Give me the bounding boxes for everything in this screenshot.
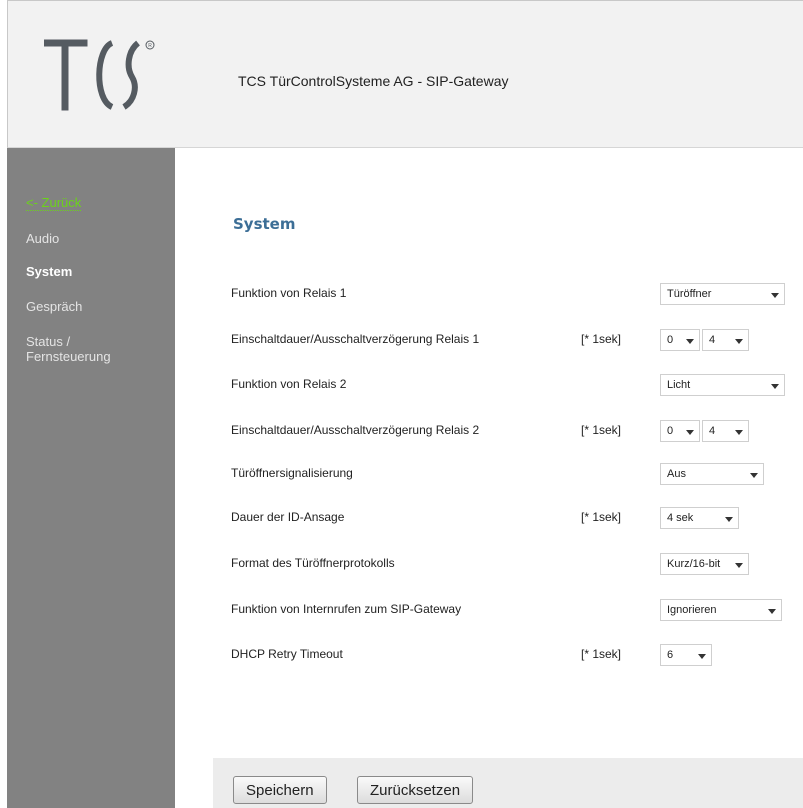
setting-row-internal-calls: Funktion von Internrufen zum SIP-Gateway…: [175, 597, 803, 623]
protocol-format-select[interactable]: Kurz/16-bit: [660, 553, 749, 575]
sidebar-item-audio[interactable]: Audio: [26, 231, 59, 246]
select-value: 6: [667, 649, 674, 661]
app-window: R TCS TürControlSysteme AG - SIP-Gateway…: [0, 0, 803, 808]
sidebar-item-gespraech[interactable]: Gespräch: [26, 299, 82, 314]
select-value: Ignorieren: [667, 604, 717, 616]
setting-label: Funktion von Relais 2: [231, 377, 347, 391]
chevron-down-icon: [768, 609, 776, 614]
setting-label: Einschaltdauer/Ausschaltverzögerung Rela…: [231, 332, 480, 346]
tcs-logo: R: [44, 39, 155, 111]
select-value: Licht: [667, 379, 691, 391]
relais1-off-delay-select[interactable]: 4: [702, 329, 749, 351]
chevron-down-icon: [725, 517, 733, 522]
relais2-on-duration-select[interactable]: 0: [660, 420, 700, 442]
save-button[interactable]: Speichern: [233, 776, 327, 804]
relais1-on-duration-select[interactable]: 0: [660, 329, 700, 351]
setting-label: Dauer der ID-Ansage: [231, 510, 345, 524]
setting-row-relais2-duration: Einschaltdauer/Ausschaltverzögerung Rela…: [175, 418, 803, 444]
relais1-function-select[interactable]: Türöffner: [660, 283, 785, 305]
unit-label: [* 1sek]: [581, 510, 622, 524]
sidebar-item-fernsteuerung[interactable]: Fernsteuerung: [26, 349, 111, 364]
relais2-function-select[interactable]: Licht: [660, 374, 785, 396]
setting-row-relais2-function: Funktion von Relais 2 Licht: [175, 372, 803, 398]
setting-row-id-announce: Dauer der ID-Ansage [* 1sek] 4 sek: [175, 505, 803, 531]
chevron-down-icon: [735, 339, 743, 344]
setting-row-dhcp-retry: DHCP Retry Timeout [* 1sek] 6: [175, 642, 803, 668]
unit-label: [* 1sek]: [581, 423, 622, 437]
unit-label: [* 1sek]: [581, 332, 622, 346]
select-value: Aus: [667, 468, 686, 480]
chevron-down-icon: [771, 384, 779, 389]
reset-button[interactable]: Zurücksetzen: [357, 776, 474, 804]
select-value: 4: [709, 334, 716, 346]
relais2-off-delay-select[interactable]: 4: [702, 420, 749, 442]
svg-text:R: R: [148, 43, 152, 49]
sidebar-item-status[interactable]: Status /: [26, 334, 70, 349]
setting-row-dooropener-signal: Türöffnersignalisierung Aus: [175, 461, 803, 487]
select-value: Türöffner: [667, 288, 712, 300]
setting-label: Einschaltdauer/Ausschaltverzögerung Rela…: [231, 423, 480, 437]
chevron-down-icon: [750, 473, 758, 478]
chevron-down-icon: [735, 430, 743, 435]
setting-label: Funktion von Internrufen zum SIP-Gateway: [231, 602, 462, 616]
id-announce-select[interactable]: 4 sek: [660, 507, 739, 529]
chevron-down-icon: [735, 563, 743, 568]
sidebar-item-system[interactable]: System: [26, 264, 72, 279]
select-value: 4 sek: [667, 512, 694, 524]
select-value: 0: [667, 425, 674, 437]
dooropener-signal-select[interactable]: Aus: [660, 463, 764, 485]
chevron-down-icon: [686, 430, 694, 435]
chevron-down-icon: [686, 339, 694, 344]
select-value: 4: [709, 425, 716, 437]
chevron-down-icon: [698, 654, 706, 659]
setting-label: Türöffnersignalisierung: [231, 466, 353, 480]
chevron-down-icon: [771, 293, 779, 298]
unit-label: [* 1sek]: [581, 647, 622, 661]
sidebar: <- Zurück Audio System Gespräch Status /…: [7, 148, 175, 808]
setting-label: Format des Türöffnerprotokolls: [231, 556, 395, 570]
setting-row-relais1-duration: Einschaltdauer/Ausschaltverzögerung Rela…: [175, 327, 803, 353]
setting-row-relais1-function: Funktion von Relais 1 Türöffner: [175, 281, 803, 307]
select-value: 0: [667, 334, 674, 346]
main-content: System Funktion von Relais 1 Türöffner E…: [175, 148, 803, 808]
page-title: System: [233, 215, 296, 233]
sidebar-item-back[interactable]: <- Zurück: [26, 195, 82, 211]
header: R TCS TürControlSysteme AG - SIP-Gateway: [7, 0, 803, 148]
setting-label: Funktion von Relais 1: [231, 286, 347, 300]
internal-calls-select[interactable]: Ignorieren: [660, 599, 782, 621]
dhcp-retry-select[interactable]: 6: [660, 644, 712, 666]
setting-row-protocol-format: Format des Türöffnerprotokolls Kurz/16-b…: [175, 551, 803, 577]
header-title: TCS TürControlSysteme AG - SIP-Gateway: [238, 73, 509, 89]
setting-label: DHCP Retry Timeout: [231, 647, 343, 661]
select-value: Kurz/16-bit: [667, 558, 721, 570]
